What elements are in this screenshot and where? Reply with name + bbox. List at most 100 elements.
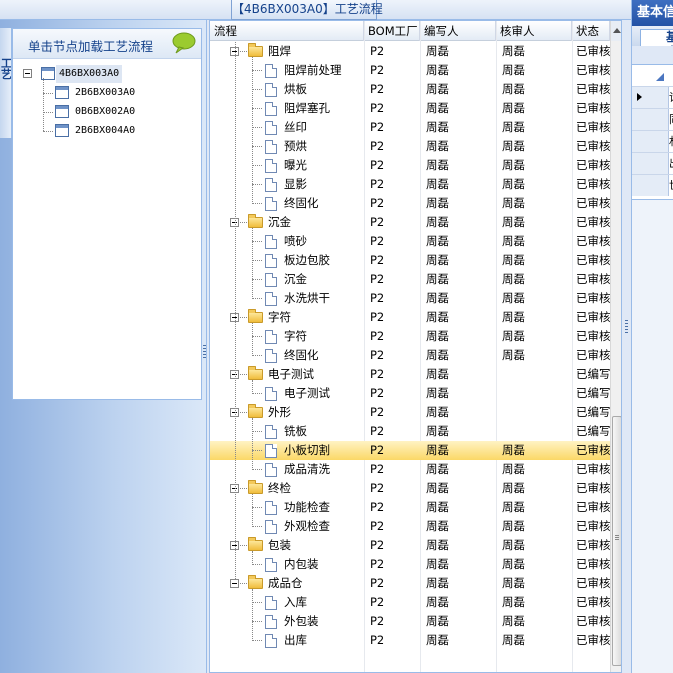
process-group-row[interactable]: 字符 P2 周磊 周磊 已审核 bbox=[210, 308, 610, 327]
writer-cell: 周磊 bbox=[426, 386, 449, 400]
reviewer-cell: 周磊 bbox=[502, 595, 525, 609]
process-name: 终检 bbox=[268, 481, 291, 495]
left-panel: 工艺 单击节点加载工艺流程 4B6BX003A0 2B6BX003A0 0B6BX0… bbox=[0, 20, 207, 673]
tab-basic[interactable]: 基本 bbox=[640, 29, 673, 46]
document-icon bbox=[265, 83, 277, 97]
document-icon bbox=[265, 254, 277, 268]
bom-factory-cell: P2 bbox=[370, 310, 385, 324]
process-group-row[interactable]: 外形 P2 周磊 已编写 bbox=[210, 403, 610, 422]
bom-factory-cell: P2 bbox=[370, 462, 385, 476]
process-group-row[interactable]: 沉金 P2 周磊 周磊 已审核 bbox=[210, 213, 610, 232]
process-group-row[interactable]: 电子测试 P2 周磊 已编写 bbox=[210, 365, 610, 384]
row-indicator[interactable] bbox=[632, 131, 669, 152]
splitter-grip-left[interactable] bbox=[203, 345, 206, 359]
process-group-row[interactable]: 成品仓 P2 周磊 周磊 已审核 bbox=[210, 574, 610, 593]
process-name: 字符 bbox=[284, 329, 307, 343]
column-header-status[interactable]: 状态 bbox=[572, 21, 610, 41]
process-step-row[interactable]: 小板切割 P2 周磊 周磊 已审核 bbox=[210, 441, 610, 460]
process-step-row[interactable]: 曝光 P2 周磊 周磊 已审核 bbox=[210, 156, 610, 175]
document-icon bbox=[265, 349, 277, 363]
process-step-row[interactable]: 沉金 P2 周磊 周磊 已审核 bbox=[210, 270, 610, 289]
process-name: 功能检查 bbox=[284, 500, 330, 514]
process-step-row[interactable]: 外包装 P2 周磊 周磊 已审核 bbox=[210, 612, 610, 631]
document-icon bbox=[265, 102, 277, 116]
process-step-row[interactable]: 铣板 P2 周磊 已编写 bbox=[210, 422, 610, 441]
document-title-tab[interactable]: 【4B6BX003A0】工艺流程 bbox=[231, 0, 383, 20]
status-cell: 已审核 bbox=[576, 196, 610, 210]
process-name: 板边包胶 bbox=[284, 253, 330, 267]
tree-connector bbox=[252, 279, 262, 280]
writer-cell: 周磊 bbox=[426, 538, 449, 552]
process-step-row[interactable]: 出库 P2 周磊 周磊 已审核 bbox=[210, 631, 610, 650]
reviewer-cell: 周磊 bbox=[502, 158, 525, 172]
process-step-row[interactable]: 阻焊前处理 P2 周磊 周磊 已审核 bbox=[210, 61, 610, 80]
column-header-reviewer[interactable]: 核审人 bbox=[496, 21, 572, 41]
tree-connector bbox=[43, 131, 53, 132]
info-row[interactable]: 出 bbox=[632, 152, 673, 174]
reviewer-cell: 周磊 bbox=[502, 215, 525, 229]
info-row[interactable]: 同 bbox=[632, 108, 673, 130]
writer-cell: 周磊 bbox=[426, 310, 449, 324]
bom-factory-cell: P2 bbox=[370, 82, 385, 96]
scroll-up-arrow-icon[interactable] bbox=[611, 21, 621, 41]
process-step-row[interactable]: 外观检查 P2 周磊 周磊 已审核 bbox=[210, 517, 610, 536]
bom-factory-cell: P2 bbox=[370, 557, 385, 571]
process-group-row[interactable]: 包装 P2 周磊 周磊 已审核 bbox=[210, 536, 610, 555]
process-step-row[interactable]: 终固化 P2 周磊 周磊 已审核 bbox=[210, 346, 610, 365]
info-row[interactable]: 札 bbox=[632, 130, 673, 152]
vertical-tab[interactable]: 工艺 bbox=[0, 28, 12, 138]
document-icon bbox=[265, 64, 277, 78]
info-row[interactable]: 论 bbox=[632, 86, 673, 108]
writer-cell: 周磊 bbox=[426, 120, 449, 134]
row-indicator[interactable] bbox=[632, 87, 669, 108]
process-step-row[interactable]: 喷砂 P2 周磊 周磊 已审核 bbox=[210, 232, 610, 251]
writer-cell: 周磊 bbox=[426, 158, 449, 172]
status-cell: 已审核 bbox=[576, 519, 610, 533]
process-step-row[interactable]: 内包装 P2 周磊 周磊 已审核 bbox=[210, 555, 610, 574]
row-indicator[interactable] bbox=[632, 109, 669, 130]
process-step-row[interactable]: 丝印 P2 周磊 周磊 已审核 bbox=[210, 118, 610, 137]
grid-vertical-scrollbar[interactable] bbox=[610, 21, 621, 672]
process-name: 外包装 bbox=[284, 614, 319, 628]
process-name: 丝印 bbox=[284, 120, 307, 134]
bom-factory-cell: P2 bbox=[370, 386, 385, 400]
splitter-grip-right[interactable] bbox=[625, 320, 628, 334]
tree-connector bbox=[252, 89, 262, 90]
process-group-row[interactable]: 阻焊 P2 周磊 周磊 已审核 bbox=[210, 42, 610, 61]
column-header-writer[interactable]: 编写人 bbox=[420, 21, 496, 41]
process-step-row[interactable]: 成品清洗 P2 周磊 周磊 已审核 bbox=[210, 460, 610, 479]
bom-factory-cell: P2 bbox=[370, 63, 385, 77]
process-step-row[interactable]: 电子测试 P2 周磊 已编写 bbox=[210, 384, 610, 403]
process-group-row[interactable]: 终检 P2 周磊 周磊 已审核 bbox=[210, 479, 610, 498]
right-splitter[interactable] bbox=[622, 20, 631, 673]
process-step-row[interactable]: 字符 P2 周磊 周磊 已审核 bbox=[210, 327, 610, 346]
process-step-row[interactable]: 终固化 P2 周磊 周磊 已审核 bbox=[210, 194, 610, 213]
process-step-row[interactable]: 功能检查 P2 周磊 周磊 已审核 bbox=[210, 498, 610, 517]
reviewer-cell: 周磊 bbox=[502, 348, 525, 362]
document-icon bbox=[265, 425, 277, 439]
process-step-row[interactable]: 预烘 P2 周磊 周磊 已审核 bbox=[210, 137, 610, 156]
collapse-toggle-icon[interactable] bbox=[23, 69, 32, 78]
process-step-row[interactable]: 板边包胶 P2 周磊 周磊 已审核 bbox=[210, 251, 610, 270]
scroll-thumb[interactable] bbox=[612, 416, 621, 666]
row-indicator[interactable] bbox=[632, 153, 669, 174]
process-name: 电子测试 bbox=[268, 367, 314, 381]
document-icon bbox=[265, 501, 277, 515]
collapse-toggle-icon[interactable] bbox=[230, 579, 239, 588]
process-step-row[interactable]: 阻焊塞孔 P2 周磊 周磊 已审核 bbox=[210, 99, 610, 118]
column-header-bom-factory[interactable]: BOM工厂 bbox=[364, 21, 420, 41]
process-name: 外观检查 bbox=[284, 519, 330, 533]
process-step-row[interactable]: 入库 P2 周磊 周磊 已审核 bbox=[210, 593, 610, 612]
process-step-row[interactable]: 水洗烘干 P2 周磊 周磊 已审核 bbox=[210, 289, 610, 308]
folder-icon bbox=[248, 309, 263, 323]
info-cell: 世 bbox=[669, 175, 673, 196]
info-row[interactable]: 世 bbox=[632, 174, 673, 196]
row-indicator[interactable] bbox=[632, 175, 669, 196]
document-icon bbox=[265, 444, 277, 458]
column-header-process[interactable]: 流程 bbox=[210, 21, 364, 41]
process-step-row[interactable]: 显影 P2 周磊 周磊 已审核 bbox=[210, 175, 610, 194]
process-step-row[interactable]: 烘板 P2 周磊 周磊 已审核 bbox=[210, 80, 610, 99]
writer-cell: 周磊 bbox=[426, 253, 449, 267]
bom-factory-cell: P2 bbox=[370, 443, 385, 457]
info-cell: 论 bbox=[669, 87, 673, 108]
